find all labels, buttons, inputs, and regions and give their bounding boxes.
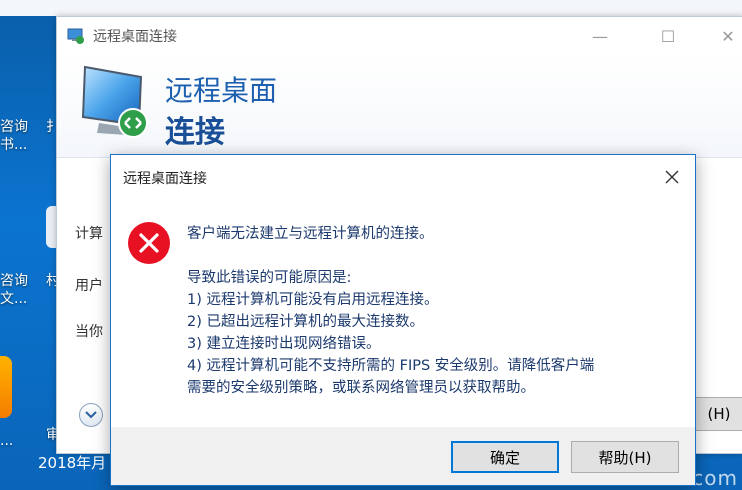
info-label: 当你 (75, 324, 103, 340)
reason-2: 2) 已超出远程计算机的最大连接数。 (187, 314, 424, 330)
banner-title-line2: 连接 (165, 115, 225, 150)
desktop-icon-2-line1: 咨询 (0, 273, 28, 289)
computer-label: 计算 (75, 226, 103, 242)
banner-title-line1: 远程桌面 (165, 74, 278, 107)
reasons-heading: 导致此错误的可能原因是: (187, 270, 352, 286)
reason-4: 4) 远程计算机可能不支持所需的 FIPS 安全级别。请降低客户端 (187, 358, 595, 374)
user-label: 用户 (75, 278, 103, 294)
options-toggle-icon[interactable] (79, 403, 103, 427)
watermark-text: com (692, 466, 738, 490)
reason-3: 3) 建立连接时出现网络错误。 (187, 336, 381, 352)
desktop-icon-3[interactable] (0, 356, 12, 418)
desktop-icon-3-label: ... (0, 433, 14, 449)
error-icon (128, 222, 170, 264)
error-headline: 客户端无法建立与远程计算机的连接。 (187, 226, 434, 242)
desktop-icon-1-line1: 咨询 (0, 119, 28, 135)
remote-desktop-monitor-icon (81, 65, 148, 138)
rdp-help-button[interactable]: (H) (693, 397, 742, 431)
desktop-icon-2-label: 咨询 文... (0, 272, 28, 308)
dialog-title: 远程桌面连接 (123, 171, 207, 187)
rdp-titlebar: 远程桌面连接 (57, 17, 742, 55)
rdp-banner: 远程桌面 连接 (57, 55, 742, 158)
minimize-button[interactable]: — (577, 17, 623, 55)
rdp-window-title: 远程桌面连接 (93, 29, 177, 45)
desktop-icon-1-label: 咨询 书... (0, 118, 28, 154)
desktop-top-strip (0, 0, 742, 16)
taskbar-date: 2018年月 (38, 454, 107, 472)
error-dialog: 远程桌面连接 客户端无法建立与远程计算机的连接。 导致此错误的可能原因是: 1)… (110, 154, 696, 486)
close-button[interactable]: ✕ (713, 17, 742, 55)
ok-button[interactable]: 确定 (451, 441, 559, 473)
dialog-close-button[interactable] (649, 155, 695, 199)
dialog-footer: 确定 帮助(H) (111, 427, 695, 485)
close-icon (665, 170, 679, 184)
help-button[interactable]: 帮助(H) (571, 441, 679, 473)
reason-4-continued: 需要的安全级别策略，或联系网络管理员以获取帮助。 (187, 380, 535, 396)
maximize-button[interactable]: ☐ (645, 17, 691, 55)
dialog-titlebar: 远程桌面连接 (111, 155, 695, 199)
remote-desktop-icon (67, 28, 84, 44)
desktop-icon-1-line2: 书... (0, 137, 28, 153)
reason-1: 1) 远程计算机可能没有启用远程连接。 (187, 292, 439, 308)
desktop-icon-2-line2: 文... (0, 291, 28, 307)
